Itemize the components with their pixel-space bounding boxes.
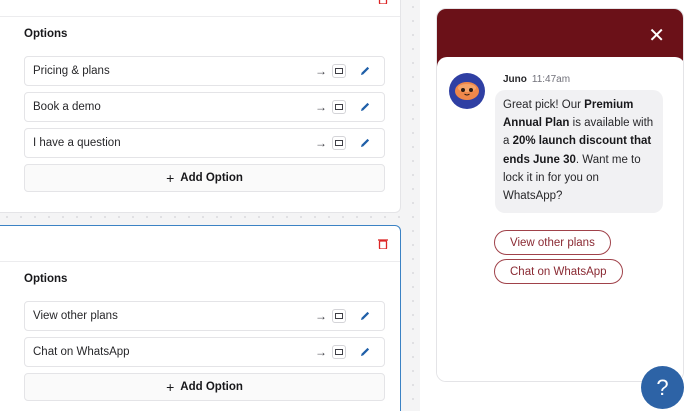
message-icon[interactable] — [332, 100, 346, 114]
option-row[interactable]: Book a demo → — [24, 92, 385, 122]
card-header — [0, 226, 400, 262]
message-time: 11:47am — [531, 74, 571, 85]
chip-label: View other plans — [510, 236, 595, 249]
sender-name: Juno — [503, 74, 527, 85]
add-option-button[interactable]: + Add Option — [24, 164, 385, 192]
bot-avatar — [449, 73, 485, 109]
option-label: Book a demo — [33, 101, 101, 113]
chat-widget: ✕ Juno 11:47am Great pick! Our Premium An… — [436, 8, 684, 382]
add-option-label: Add Option — [180, 381, 243, 393]
add-option-button[interactable]: + Add Option — [24, 373, 385, 401]
option-card-1: Options Pricing & plans → Book a demo → … — [0, 0, 401, 213]
close-icon[interactable]: ✕ — [648, 25, 665, 45]
options-label: Options — [24, 273, 68, 285]
option-row[interactable]: I have a question → — [24, 128, 385, 158]
option-label: Chat on WhatsApp — [33, 346, 130, 358]
option-row[interactable]: Pricing & plans → — [24, 56, 385, 86]
message-bubble: Great pick! Our Premium Annual Plan is a… — [495, 90, 663, 214]
trash-icon[interactable] — [378, 0, 388, 4]
pencil-icon[interactable] — [358, 100, 372, 114]
arrow-right-icon[interactable]: → — [314, 345, 328, 359]
trash-icon[interactable] — [378, 238, 388, 249]
option-row[interactable]: View other plans → — [24, 301, 385, 331]
arrow-right-icon[interactable]: → — [314, 100, 328, 114]
pencil-icon[interactable] — [358, 136, 372, 150]
question-mark-icon: ? — [656, 374, 669, 400]
message-text: Great pick! Our — [503, 99, 585, 111]
message-icon[interactable] — [332, 345, 346, 359]
chip-label: Chat on WhatsApp — [510, 265, 607, 278]
option-card-2: Options View other plans → Chat on Whats… — [0, 225, 401, 411]
plus-icon: + — [166, 170, 175, 186]
arrow-right-icon[interactable]: → — [314, 136, 328, 150]
message-icon[interactable] — [332, 309, 346, 323]
option-label: View other plans — [33, 310, 118, 322]
plus-icon: + — [166, 379, 175, 395]
arrow-right-icon[interactable]: → — [314, 64, 328, 78]
add-option-label: Add Option — [180, 172, 243, 184]
message-meta: Juno 11:47am — [503, 74, 570, 85]
pencil-icon[interactable] — [358, 64, 372, 78]
quick-reply-chip[interactable]: Chat on WhatsApp — [494, 259, 623, 284]
pencil-icon[interactable] — [358, 309, 372, 323]
quick-reply-chip[interactable]: View other plans — [494, 230, 611, 255]
help-button[interactable]: ? — [641, 366, 684, 409]
card-header — [0, 0, 400, 17]
arrow-right-icon[interactable]: → — [314, 309, 328, 323]
message-icon[interactable] — [332, 64, 346, 78]
option-label: Pricing & plans — [33, 65, 110, 77]
bot-face-icon — [455, 82, 479, 100]
pencil-icon[interactable] — [358, 345, 372, 359]
chat-body: Juno 11:47am Great pick! Our Premium Annu… — [437, 57, 683, 381]
options-label: Options — [24, 28, 68, 40]
option-row[interactable]: Chat on WhatsApp → — [24, 337, 385, 367]
option-label: I have a question — [33, 137, 121, 149]
message-icon[interactable] — [332, 136, 346, 150]
